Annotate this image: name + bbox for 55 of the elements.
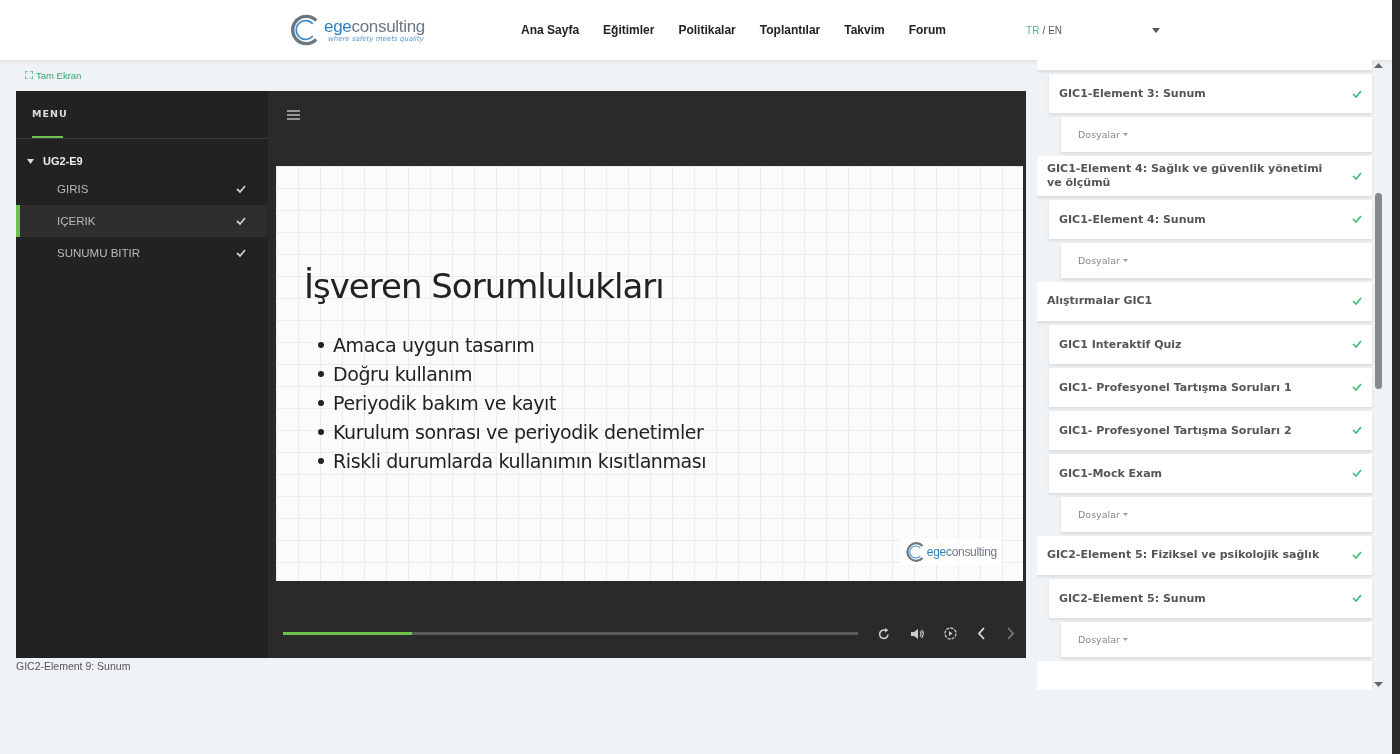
section-item[interactable]: Alıştırmalar GIC1 [1037,281,1372,321]
lesson-item[interactable]: GIC1-Element 4: Sunum [1049,199,1372,239]
lesson-item[interactable]: GIC1-Mock Exam [1049,453,1372,493]
logo-text: egeconsulting [324,17,426,35]
menu-item[interactable]: GIRIS [16,173,267,205]
check-icon [236,185,246,193]
files-dropdown[interactable]: Dosyalar [1078,508,1128,520]
caret-icon [1152,27,1161,33]
lesson-caption: GIC2-Element 9: Sunum [16,660,132,672]
volume-icon[interactable] [910,627,924,640]
progress-bar[interactable] [283,632,858,635]
caret-icon [1122,258,1128,262]
expand-icon [25,71,33,79]
nav-link[interactable]: Takvim [844,23,885,37]
nav-link[interactable]: Politikalar [678,23,736,37]
play-circle-icon[interactable] [944,627,957,640]
caret-icon [1122,133,1128,136]
files-dropdown[interactable]: Dosyalar [1078,633,1128,645]
scroll-thumb[interactable] [1375,193,1382,389]
lesson-item[interactable]: GIC1- Profesyonel Tartışma Soruları 2 [1049,410,1372,450]
slide-title: İşveren Sorumlulukları [304,266,665,306]
tree-group[interactable]: UG2-E9 [16,149,268,173]
nav-link[interactable]: Toplantılar [759,23,821,37]
nav-link[interactable]: Eğitimler [603,23,655,37]
section-item[interactable]: GIC2-Element 5: Fiziksel ve psikolojik sağlık [1037,535,1372,575]
files-dropdown[interactable]: Dosyalar [1078,254,1128,266]
lesson-item[interactable]: GIC2-Element 5: Sunum [1049,578,1372,618]
slide-bullet: Periyodik bakım ve kayıt [318,388,1023,417]
scroll-down-icon[interactable] [1374,682,1383,687]
slide-bullet: Riskli durumlarda kullanımın kısıtlanması [318,446,1023,475]
check-icon [236,217,246,225]
files-dropdown[interactable]: Dosyalar [1078,129,1128,140]
check-icon [236,249,246,257]
scrollbar[interactable] [1372,60,1385,690]
caret-icon [1122,512,1128,516]
previous-icon[interactable] [977,627,986,640]
caret-icon [1122,637,1128,641]
logo-text: egeconsulting [926,546,997,558]
language-separator: / [1042,24,1046,36]
slide-bullet: Amaca uygun tasarım [318,330,1023,359]
lesson-item[interactable]: GIC1 Interaktif Quiz [1049,324,1372,364]
lesson-item[interactable]: GIC1- Profesyonel Tartışma Soruları 1 [1049,367,1372,407]
language-link[interactable]: EN [1048,24,1063,36]
slide-bullet: Doğru kullanım [318,359,1023,388]
nav-link[interactable]: Ana Sayfa [521,23,580,37]
slide-bullet: Kurulum sonrası ve periyodik denetimler [318,417,1023,446]
nav-link[interactable]: Forum [908,23,947,37]
menu-icon[interactable] [287,109,300,120]
menu-item[interactable]: IÇERIK [16,205,267,237]
lesson-item[interactable]: GIC1-Element 3: Sunum [1049,74,1372,113]
scroll-up-icon[interactable] [1374,63,1383,68]
replay-icon[interactable] [878,627,890,640]
caret-icon [27,158,34,164]
section-item[interactable]: GIC1-Element 4: Sağlık ve güvenlik yönetimi ve ölçümü [1037,156,1372,196]
menu-item[interactable]: SUNUMU BITIR [16,237,267,269]
